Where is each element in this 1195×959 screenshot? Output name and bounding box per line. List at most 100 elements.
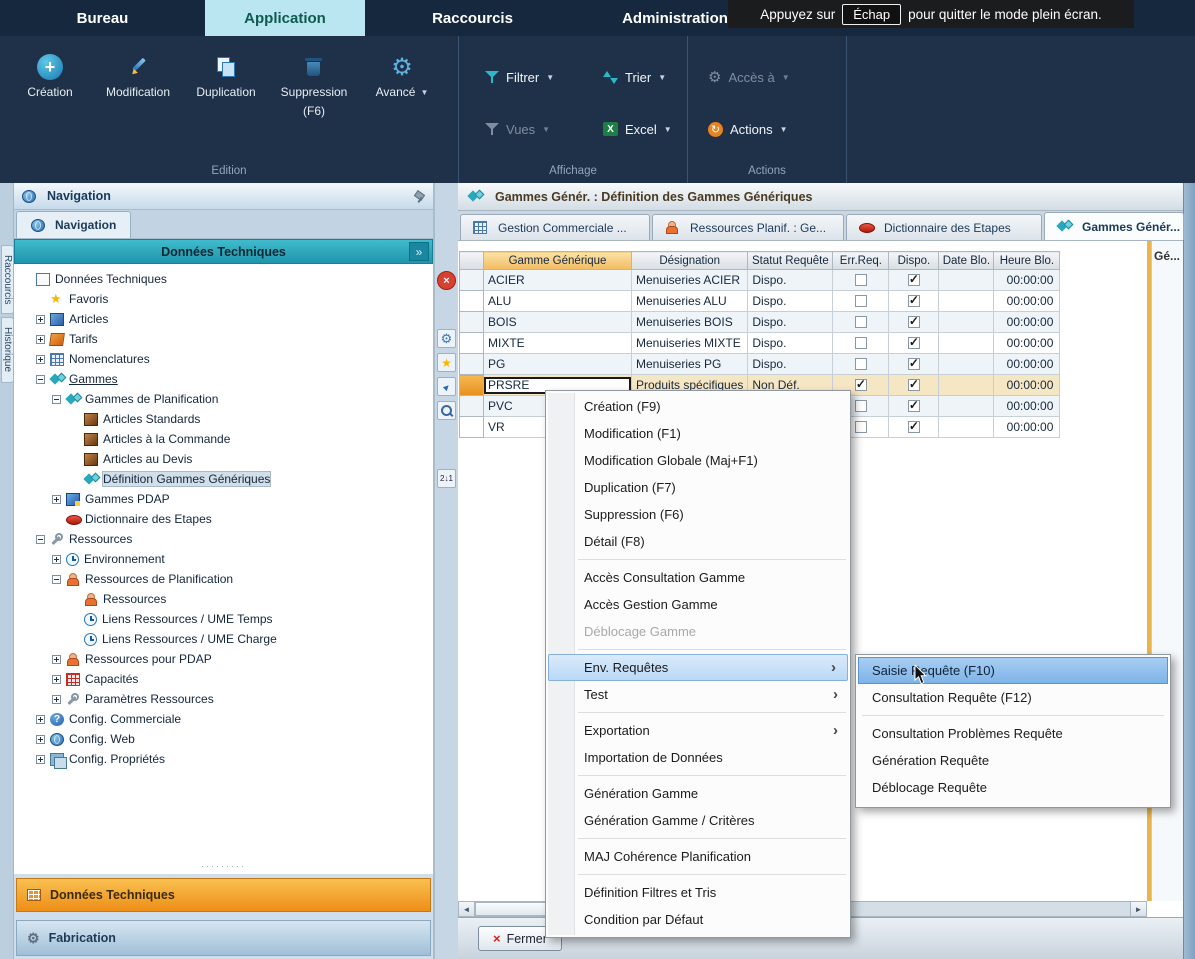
row-selector[interactable]	[460, 354, 484, 375]
row-selector[interactable]	[460, 375, 484, 396]
group-bar-donnees-techniques[interactable]: Données Techniques	[16, 878, 431, 912]
submenu-item-saisie-requete[interactable]: Saisie Requête (F10)	[858, 657, 1168, 684]
tree-item-liens-ume-temps[interactable]: Liens Ressources / UME Temps	[14, 609, 433, 629]
menu-item-importation-donnees[interactable]: Importation de Données	[546, 744, 850, 771]
tree-item-favoris[interactable]: Favoris	[14, 289, 433, 309]
dispo-checkbox[interactable]	[908, 421, 920, 433]
dispo-checkbox[interactable]	[908, 295, 920, 307]
tree-item-ressources[interactable]: Ressources	[14, 529, 433, 549]
menu-item-duplication[interactable]: Duplication (F7)	[546, 474, 850, 501]
tree-expander[interactable]	[52, 495, 61, 504]
menu-item-test[interactable]: Test	[546, 681, 850, 708]
tree-expander[interactable]	[52, 655, 61, 664]
tree-item-gammes-planification[interactable]: Gammes de Planification	[14, 389, 433, 409]
vertical-tab-historique[interactable]: Historique	[1, 317, 14, 382]
column-header-gamme[interactable]: Gamme Générique	[484, 252, 632, 270]
tree-item-tarifs[interactable]: Tarifs	[14, 329, 433, 349]
right-scroll-strip[interactable]	[1183, 183, 1195, 959]
tree-expander[interactable]	[36, 755, 45, 764]
duplication-button[interactable]: Duplication	[182, 54, 270, 118]
actions-button[interactable]: Actions ▼	[708, 118, 788, 140]
tree-expander[interactable]	[52, 555, 61, 564]
tree-expander[interactable]	[36, 715, 45, 724]
vues-button[interactable]: Vues ▼	[485, 118, 603, 140]
tree-item-parametres-ressources[interactable]: Paramètres Ressources	[14, 689, 433, 709]
tree-expander[interactable]	[52, 395, 61, 404]
tree-item-ressources-pdap[interactable]: Ressources pour PDAP	[14, 649, 433, 669]
tree-expander[interactable]	[36, 735, 45, 744]
vertical-tab-raccourcis[interactable]: Raccourcis	[1, 245, 14, 314]
pointer-button[interactable]	[437, 377, 456, 396]
tab-gammes-generiques[interactable]: Gammes Génér...	[1044, 212, 1184, 240]
menu-item-suppression[interactable]: Suppression (F6)	[546, 501, 850, 528]
menu-item-creation[interactable]: Création (F9)	[546, 393, 850, 420]
submenu-item-consultation-requete[interactable]: Consultation Requête (F12)	[856, 684, 1170, 711]
row-selector[interactable]	[460, 312, 484, 333]
tab-gestion-commerciale[interactable]: Gestion Commerciale ...	[460, 214, 650, 240]
tab-dictionnaire-etapes[interactable]: Dictionnaire des Etapes	[846, 214, 1042, 240]
err-req-checkbox[interactable]	[855, 316, 867, 328]
tree-item-config-commerciale[interactable]: Config. Commerciale	[14, 709, 433, 729]
tab-ressources-planif[interactable]: Ressources Planif. : Ge...	[652, 214, 844, 240]
tree-item-nomenclatures[interactable]: Nomenclatures	[14, 349, 433, 369]
tree-item-config-web[interactable]: Config. Web	[14, 729, 433, 749]
row-selector[interactable]	[460, 270, 484, 291]
excel-button[interactable]: Excel ▼	[603, 118, 687, 140]
submenu-item-generation-requete[interactable]: Génération Requête	[856, 747, 1170, 774]
collapse-panel-button[interactable]: »	[409, 242, 429, 261]
menu-item-exportation[interactable]: Exportation	[546, 717, 850, 744]
err-req-checkbox[interactable]	[855, 337, 867, 349]
tree-item-donnees-techniques[interactable]: Données Techniques	[14, 269, 433, 289]
dispo-checkbox[interactable]	[908, 358, 920, 370]
menu-item-deblocage-gamme[interactable]: Déblocage Gamme	[546, 618, 850, 645]
row-selector[interactable]	[460, 333, 484, 354]
tree-expander[interactable]	[52, 575, 61, 584]
column-header-statut[interactable]: Statut Requête	[748, 252, 833, 270]
avance-button[interactable]: Avancé▼	[358, 54, 446, 118]
menu-item-acces-gestion-gamme[interactable]: Accès Gestion Gamme	[546, 591, 850, 618]
tree-expander[interactable]	[52, 675, 61, 684]
menu-item-maj-coherence-planification[interactable]: MAJ Cohérence Planification	[546, 843, 850, 870]
menu-item-condition-par-defaut[interactable]: Condition par Défaut	[546, 906, 850, 933]
filtrer-button[interactable]: Filtrer ▼	[485, 66, 603, 88]
menu-item-generation-gamme[interactable]: Génération Gamme	[546, 780, 850, 807]
dispo-checkbox[interactable]	[908, 337, 920, 349]
err-req-checkbox[interactable]	[855, 358, 867, 370]
dispo-checkbox[interactable]	[908, 274, 920, 286]
panel-splitter-handle[interactable]	[14, 862, 433, 874]
favorites-button[interactable]	[437, 353, 456, 372]
tree-expander[interactable]	[52, 695, 61, 704]
tree-item-definition-gammes-generiques[interactable]: Définition Gammes Génériques	[14, 469, 433, 489]
menu-item-modification-globale[interactable]: Modification Globale (Maj+F1)	[546, 447, 850, 474]
tree-expander[interactable]	[36, 375, 45, 384]
submenu-item-consultation-problemes-requete[interactable]: Consultation Problèmes Requête	[856, 720, 1170, 747]
menu-item-env-requetes[interactable]: Env. Requêtes	[548, 654, 848, 681]
err-req-checkbox[interactable]	[855, 421, 867, 433]
column-header-errreq[interactable]: Err.Req.	[833, 252, 889, 270]
column-header-dispo[interactable]: Dispo.	[889, 252, 939, 270]
tree-item-ressources-leaf[interactable]: Ressources	[14, 589, 433, 609]
tree-item-environnement[interactable]: Environnement	[14, 549, 433, 569]
tree-item-dictionnaire-etapes[interactable]: Dictionnaire des Etapes	[14, 509, 433, 529]
menu-item-definition-filtres-tris[interactable]: Définition Filtres et Tris	[546, 879, 850, 906]
creation-button[interactable]: Création	[6, 54, 94, 118]
tree-item-liens-ume-charge[interactable]: Liens Ressources / UME Charge	[14, 629, 433, 649]
suppression-button[interactable]: Suppression (F6)	[270, 54, 358, 118]
tab-application[interactable]: Application	[205, 0, 365, 36]
err-req-checkbox[interactable]	[855, 274, 867, 286]
dispo-checkbox[interactable]	[908, 400, 920, 412]
tree-expander[interactable]	[36, 315, 45, 324]
scroll-left-icon[interactable]: ◄	[459, 902, 475, 916]
tree-expander[interactable]	[36, 335, 45, 344]
acces-a-button[interactable]: Accès à ▼	[708, 66, 790, 88]
search-button[interactable]	[437, 401, 456, 420]
tree-item-gammes-pdap[interactable]: Gammes PDAP	[14, 489, 433, 509]
dispo-checkbox[interactable]	[908, 316, 920, 328]
tree-item-articles-commande[interactable]: Articles à la Commande	[14, 429, 433, 449]
trier-button[interactable]: Trier ▼	[603, 66, 687, 88]
sort-button[interactable]	[437, 469, 456, 488]
err-req-checkbox[interactable]	[855, 295, 867, 307]
tree-item-config-proprietes[interactable]: Config. Propriétés	[14, 749, 433, 769]
clear-filter-button[interactable]	[437, 271, 456, 290]
tab-raccourcis[interactable]: Raccourcis	[405, 0, 540, 36]
